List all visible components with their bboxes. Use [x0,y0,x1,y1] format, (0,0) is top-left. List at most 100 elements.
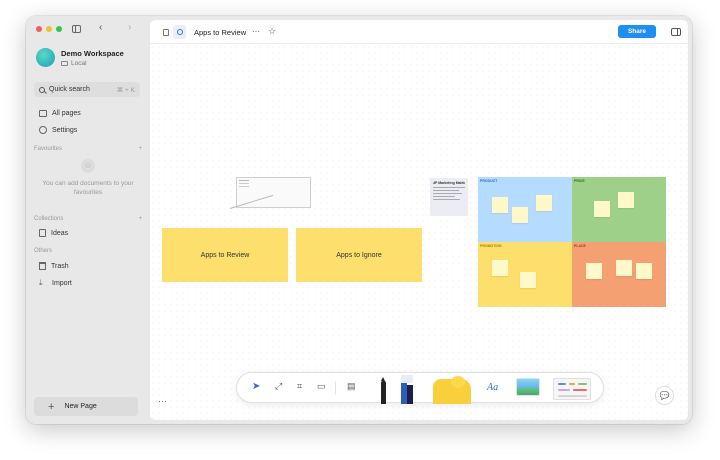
text-card[interactable]: 4P Marketing Matrix [430,178,468,216]
quick-search-shortcut: ⌘ + K [116,86,135,94]
add-favourite-icon[interactable]: + [138,146,142,152]
quadrant-place[interactable]: PLACE [572,242,666,307]
shape-tool-icon[interactable] [433,376,471,404]
note-apps-to-review[interactable]: Apps to Review [162,228,288,282]
right-panel-toggle-icon[interactable] [671,28,681,36]
chat-bubble-icon[interactable]: 💬 [655,386,674,405]
sidebar-item-import[interactable]: ⤓ Import [39,278,72,288]
sidebar-item-trash[interactable]: Trash [39,262,69,270]
sticky-note[interactable] [616,260,632,276]
quadrant-product[interactable]: PRODUCT [478,177,572,242]
document-icon [39,229,46,237]
edgeless-toolbar: ➤ ⤢ ⌗ ▭ ▤ Aa [236,372,604,404]
pen-tool-icon[interactable] [381,377,386,404]
sticky-note[interactable] [492,197,508,213]
template-tool-icon[interactable] [553,378,591,400]
connector-tool-icon[interactable]: ⤢ [275,381,282,392]
eraser-tool-icon[interactable] [401,375,413,404]
quick-search-button[interactable]: Quick search ⌘ + K [34,82,140,97]
sticky-note[interactable] [492,260,508,276]
quadrant-promotion[interactable]: PROMOTION [478,242,572,307]
workspace-type-label: Local [71,59,87,67]
more-canvas-options-icon[interactable]: ··· [158,396,167,406]
workspace-switcher[interactable]: Demo Workspace Local [36,48,124,67]
doc-title[interactable]: Apps to Review [194,28,246,37]
new-page-label: New Page [64,403,97,410]
text-line [433,190,459,191]
template-bar [558,389,570,391]
main-area: Apps to Review ··· ☆ Share Apps to Revie… [150,20,688,420]
text-tool-icon[interactable]: Aa [487,382,498,393]
monitor-icon [61,60,68,66]
quadrant-price[interactable]: PRICE [572,177,666,242]
gear-icon [39,126,47,134]
trash-icon [39,262,46,270]
image-tool-icon[interactable] [516,378,540,396]
more-options-icon[interactable]: ··· [252,27,260,36]
note-text: Apps to Ignore [336,251,382,259]
others-header: Others [34,248,142,254]
search-icon [39,86,45,93]
template-bar [558,395,587,397]
plus-icon: + [48,400,55,413]
sticky-note[interactable] [586,263,602,279]
text-line [433,196,456,197]
sticky-note[interactable] [636,263,652,279]
minimize-window-button[interactable] [46,26,52,32]
sticky-note[interactable] [536,195,552,211]
page-icon [162,28,169,36]
share-button[interactable]: Share [618,25,656,38]
text-card-title: 4P Marketing Matrix [433,181,465,185]
template-bar [578,383,587,385]
collections-label: Collections [34,216,64,222]
note-apps-to-ignore[interactable]: Apps to Ignore [296,228,422,282]
presentation-icon[interactable]: ▭ [317,381,326,392]
collections-header: Collections + [34,216,142,222]
marketing-matrix[interactable]: PRODUCT PRICE PROMOTION PLACE [478,177,666,307]
sidebar-item-label: Settings [52,126,78,134]
frame-tool-icon[interactable]: ⌗ [297,381,302,392]
edgeless-mode-button[interactable] [173,25,186,39]
template-bar [558,383,566,385]
add-collection-icon[interactable]: + [138,216,142,222]
cursor-icon[interactable]: ➤ [252,381,260,392]
header-bar: Apps to Review ··· ☆ Share [150,20,688,44]
quick-search-label: Quick search [49,86,90,93]
new-page-button[interactable]: + New Page [34,397,138,416]
sidebar-item-ideas[interactable]: Ideas [39,229,68,237]
toolbar-divider [335,381,336,395]
import-icon: ⤓ [39,278,43,287]
quadrant-label: PRICE [574,179,585,183]
sidebar-item-all-pages[interactable]: All pages [39,110,81,117]
sidebar: ‹ › Demo Workspace Local Quick search ⌘ … [26,16,150,424]
quadrant-label: PRODUCT [480,179,498,183]
quadrant-label: PLACE [574,244,586,248]
quadrant-label: PROMOTION [480,244,502,248]
sidebar-toggle-icon[interactable] [72,25,81,33]
text-line [433,193,462,194]
sticky-note[interactable] [618,192,634,208]
page-mode-button[interactable] [160,26,171,38]
workspace-type: Local [61,60,124,67]
sidebar-item-label: Import [52,279,72,287]
sticky-note[interactable] [512,207,528,223]
others-label: Others [34,248,53,254]
edgeless-icon [176,29,183,35]
sidebar-item-settings[interactable]: Settings [39,126,77,134]
sidebar-item-label: Ideas [51,229,69,237]
back-arrow-icon[interactable]: ‹ [99,22,102,33]
template-bar [569,383,575,385]
text-line [433,199,461,200]
favorite-star-icon[interactable]: ☆ [268,26,276,37]
window-controls [36,26,62,32]
sticky-note[interactable] [520,272,536,288]
sticky-note[interactable] [594,201,610,217]
sidebar-item-label: Trash [51,262,69,270]
forward-arrow-icon[interactable]: › [128,22,131,33]
sidebar-item-label: All pages [52,110,81,117]
favourites-header: Favourites + [34,146,142,152]
text-line [433,187,465,188]
close-window-button[interactable] [36,26,42,32]
note-tool-icon[interactable]: ▤ [347,381,356,392]
maximize-window-button[interactable] [56,26,62,32]
